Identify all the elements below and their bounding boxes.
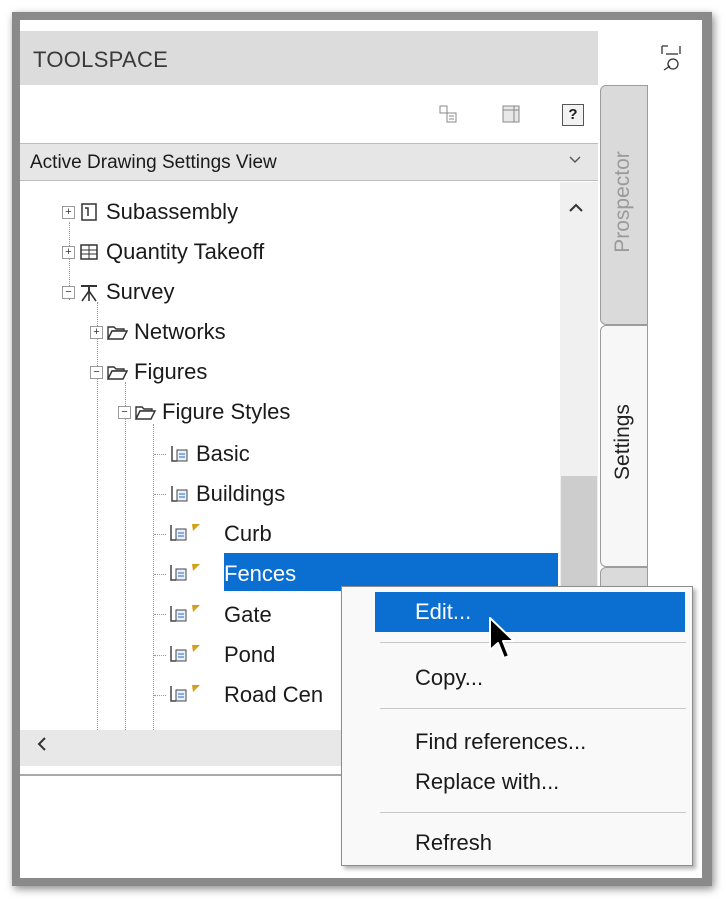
figure-style-icon — [168, 604, 218, 626]
tree-item-label: Survey — [106, 279, 175, 304]
tree-item-curb[interactable]: Curb — [168, 519, 272, 549]
tree-item-label: Quantity Takeoff — [106, 239, 265, 264]
dock-icon[interactable] — [658, 42, 686, 80]
tree-item-label: Figures — [134, 359, 208, 384]
tree-item-label: Figure Styles — [162, 399, 291, 424]
scroll-up-icon[interactable] — [568, 198, 584, 219]
tree-item-networks[interactable]: + Networks — [90, 317, 226, 347]
mouse-cursor-icon — [488, 616, 518, 669]
collapse-toggle[interactable]: − — [62, 285, 75, 299]
help-icon[interactable]: ? — [562, 104, 584, 126]
tree-item-label: Buildings — [196, 481, 286, 506]
tree-item-label: Networks — [134, 319, 226, 344]
view-selector-value: Active Drawing Settings View — [30, 152, 277, 173]
tree-guide-line — [154, 454, 166, 455]
tree-item-label: Fences — [224, 561, 297, 586]
tree-item-basic[interactable]: Basic — [168, 439, 250, 469]
tab-settings-label: Settings — [611, 404, 634, 480]
tree-item-label: Pond — [224, 642, 276, 667]
tree-item-figures[interactable]: − Figures — [90, 357, 207, 387]
collapse-toggle[interactable]: − — [118, 405, 131, 419]
tree-item-road-centerline[interactable]: Road Cen — [168, 680, 323, 710]
collapse-toggle[interactable]: − — [90, 365, 103, 379]
chevron-down-icon[interactable] — [568, 152, 582, 170]
tree-item-subassembly[interactable]: + Subassembly — [62, 197, 238, 227]
window-title: TOOLSPACE — [33, 47, 169, 72]
figure-style-icon — [168, 443, 190, 465]
tree-item-label: Road Cen — [224, 682, 324, 707]
figure-style-icon — [168, 523, 218, 545]
tree-item-label: Basic — [196, 441, 250, 466]
menu-separator — [380, 708, 686, 709]
tree-guide-line — [154, 695, 166, 696]
tree-guide-line — [154, 574, 166, 575]
menu-separator — [380, 812, 686, 813]
scroll-left-icon[interactable] — [36, 735, 48, 759]
properties-icon[interactable] — [438, 104, 458, 129]
menu-separator — [380, 642, 686, 643]
menu-item-replace-with[interactable]: Replace with... — [375, 762, 559, 802]
tree-item-fences[interactable]: Fences — [168, 559, 296, 589]
folder-icon — [106, 321, 128, 343]
expand-toggle[interactable]: + — [90, 325, 103, 339]
tree-item-quantity-takeoff[interactable]: + Quantity Takeoff — [62, 237, 264, 267]
folder-icon — [106, 361, 128, 383]
expand-toggle[interactable]: + — [62, 205, 75, 219]
subassembly-icon — [78, 201, 100, 223]
figure-style-icon — [168, 644, 218, 666]
figure-style-icon — [168, 684, 218, 706]
tree-guide-line — [153, 424, 154, 730]
quantity-takeoff-icon — [78, 241, 100, 263]
menu-item-refresh[interactable]: Refresh — [375, 823, 492, 863]
layout-icon[interactable] — [501, 104, 521, 129]
tree-guide-line — [125, 382, 126, 730]
tree-guide-line — [154, 534, 166, 535]
tree-item-label: Gate — [224, 602, 272, 627]
figure-style-icon — [168, 483, 190, 505]
expand-toggle[interactable]: + — [62, 245, 75, 259]
tree-item-label: Subassembly — [106, 199, 239, 224]
tree-item-pond[interactable]: Pond — [168, 640, 275, 670]
tree-item-label: Curb — [224, 521, 272, 546]
tree-guide-line — [154, 614, 166, 615]
survey-icon — [78, 281, 100, 303]
menu-item-edit[interactable]: Edit... — [375, 592, 685, 632]
tree-guide-line — [154, 655, 166, 656]
tree-item-gate[interactable]: Gate — [168, 600, 272, 630]
figure-style-icon — [168, 563, 218, 585]
folder-icon — [134, 401, 156, 423]
tree-item-survey[interactable]: − Survey — [62, 277, 174, 307]
tree-item-figure-styles[interactable]: − Figure Styles — [118, 397, 290, 427]
tree-guide-line — [154, 494, 166, 495]
tree-item-buildings[interactable]: Buildings — [168, 479, 285, 509]
menu-item-find-references[interactable]: Find references... — [375, 722, 586, 762]
tab-prospector-label: Prospector — [611, 151, 634, 253]
menu-item-copy[interactable]: Copy... — [375, 658, 483, 698]
